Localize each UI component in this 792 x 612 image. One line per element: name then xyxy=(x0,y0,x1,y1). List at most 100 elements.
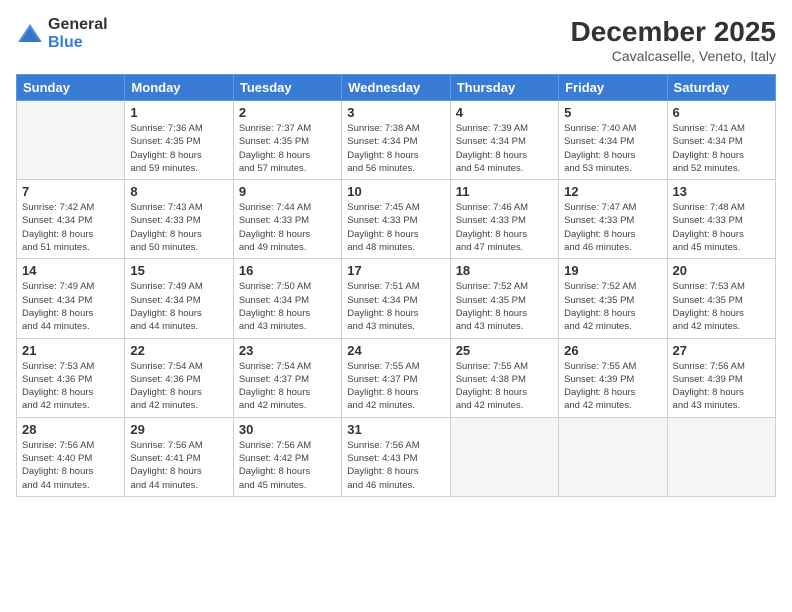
day-cell-0-4: 4 Sunrise: 7:39 AM Sunset: 4:34 PM Daylig… xyxy=(450,101,558,180)
day-cell-3-2: 23Sunrise: 7:54 AM Sunset: 4:37 PM Dayli… xyxy=(233,338,341,417)
day-info: Sunrise: 7:40 AM Sunset: 4:34 PM Dayligh… xyxy=(564,122,661,175)
week-row-0: 1 Sunrise: 7:36 AM Sunset: 4:35 PM Daylig… xyxy=(17,101,776,180)
day-cell-0-2: 2 Sunrise: 7:37 AM Sunset: 4:35 PM Daylig… xyxy=(233,101,341,180)
logo: General Blue xyxy=(16,16,108,51)
day-number: 31 xyxy=(347,422,444,437)
day-cell-3-4: 25 Sunrise: 7:55 AM Sunset: 4:38 PM Dayli… xyxy=(450,338,558,417)
day-info: Sunrise: 7:47 AM Sunset: 4:33 PM Dayligh… xyxy=(564,201,661,254)
day-number: 29 xyxy=(130,422,227,437)
day-info: Sunrise: 7:39 AM Sunset: 4:34 PM Dayligh… xyxy=(456,122,553,175)
location: Cavalcaselle, Veneto, Italy xyxy=(571,48,776,64)
day-number: 12 xyxy=(564,184,661,199)
day-info: Sunrise: 7:53 AM Sunset: 4:35 PM Dayligh… xyxy=(673,280,770,333)
day-cell-2-4: 18 Sunrise: 7:52 AM Sunset: 4:35 PM Dayli… xyxy=(450,259,558,338)
day-info: Sunrise: 7:41 AM Sunset: 4:34 PM Dayligh… xyxy=(673,122,770,175)
col-monday: Monday xyxy=(125,75,233,101)
day-number: 1 xyxy=(130,105,227,120)
day-number: 5 xyxy=(564,105,661,120)
day-number: 21 xyxy=(22,343,119,358)
day-number: 25 xyxy=(456,343,553,358)
day-info: Sunrise: 7:51 AM Sunset: 4:34 PM Dayligh… xyxy=(347,280,444,333)
day-cell-1-6: 13 Sunrise: 7:48 AM Sunset: 4:33 PM Dayli… xyxy=(667,180,775,259)
day-info: Sunrise: 7:56 AM Sunset: 4:41 PM Dayligh… xyxy=(130,439,227,492)
day-info: Sunrise: 7:55 AM Sunset: 4:37 PM Dayligh… xyxy=(347,360,444,413)
day-cell-4-4 xyxy=(450,417,558,496)
day-cell-1-4: 11 Sunrise: 7:46 AM Sunset: 4:33 PM Dayli… xyxy=(450,180,558,259)
day-info: Sunrise: 7:50 AM Sunset: 4:34 PM Dayligh… xyxy=(239,280,336,333)
day-info: Sunrise: 7:49 AM Sunset: 4:34 PM Dayligh… xyxy=(130,280,227,333)
month-title: December 2025 xyxy=(571,16,776,48)
day-number: 28 xyxy=(22,422,119,437)
day-number: 27 xyxy=(673,343,770,358)
day-number: 26 xyxy=(564,343,661,358)
day-cell-4-5 xyxy=(559,417,667,496)
week-row-4: 28 Sunrise: 7:56 AM Sunset: 4:40 PM Dayli… xyxy=(17,417,776,496)
day-number: 14 xyxy=(22,263,119,278)
day-cell-1-1: 8 Sunrise: 7:43 AM Sunset: 4:33 PM Daylig… xyxy=(125,180,233,259)
day-number: 15 xyxy=(130,263,227,278)
col-wednesday: Wednesday xyxy=(342,75,450,101)
day-cell-2-1: 15 Sunrise: 7:49 AM Sunset: 4:34 PM Dayli… xyxy=(125,259,233,338)
day-number: 7 xyxy=(22,184,119,199)
day-info: Sunrise: 7:44 AM Sunset: 4:33 PM Dayligh… xyxy=(239,201,336,254)
day-number: 4 xyxy=(456,105,553,120)
day-info: Sunrise: 7:56 AM Sunset: 4:43 PM Dayligh… xyxy=(347,439,444,492)
day-cell-4-3: 31 Sunrise: 7:56 AM Sunset: 4:43 PM Dayli… xyxy=(342,417,450,496)
day-cell-4-0: 28 Sunrise: 7:56 AM Sunset: 4:40 PM Dayli… xyxy=(17,417,125,496)
day-number: 20 xyxy=(673,263,770,278)
day-info: Sunrise: 7:55 AM Sunset: 4:39 PM Dayligh… xyxy=(564,360,661,413)
col-saturday: Saturday xyxy=(667,75,775,101)
logo-icon xyxy=(16,20,44,48)
day-number: 17 xyxy=(347,263,444,278)
header-row: Sunday Monday Tuesday Wednesday Thursday… xyxy=(17,75,776,101)
day-cell-0-3: 3Sunrise: 7:38 AM Sunset: 4:34 PM Daylig… xyxy=(342,101,450,180)
day-cell-4-2: 30Sunrise: 7:56 AM Sunset: 4:42 PM Dayli… xyxy=(233,417,341,496)
day-cell-1-3: 10 Sunrise: 7:45 AM Sunset: 4:33 PM Dayli… xyxy=(342,180,450,259)
col-friday: Friday xyxy=(559,75,667,101)
day-info: Sunrise: 7:45 AM Sunset: 4:33 PM Dayligh… xyxy=(347,201,444,254)
page: General Blue December 2025 Cavalcaselle,… xyxy=(0,0,792,612)
day-number: 10 xyxy=(347,184,444,199)
day-number: 13 xyxy=(673,184,770,199)
day-cell-2-6: 20 Sunrise: 7:53 AM Sunset: 4:35 PM Dayli… xyxy=(667,259,775,338)
day-cell-1-2: 9 Sunrise: 7:44 AM Sunset: 4:33 PM Daylig… xyxy=(233,180,341,259)
week-row-1: 7Sunrise: 7:42 AM Sunset: 4:34 PM Daylig… xyxy=(17,180,776,259)
day-info: Sunrise: 7:55 AM Sunset: 4:38 PM Dayligh… xyxy=(456,360,553,413)
day-info: Sunrise: 7:54 AM Sunset: 4:37 PM Dayligh… xyxy=(239,360,336,413)
day-cell-3-5: 26 Sunrise: 7:55 AM Sunset: 4:39 PM Dayli… xyxy=(559,338,667,417)
day-cell-0-5: 5 Sunrise: 7:40 AM Sunset: 4:34 PM Daylig… xyxy=(559,101,667,180)
day-info: Sunrise: 7:43 AM Sunset: 4:33 PM Dayligh… xyxy=(130,201,227,254)
day-cell-0-1: 1 Sunrise: 7:36 AM Sunset: 4:35 PM Daylig… xyxy=(125,101,233,180)
day-cell-2-0: 14 Sunrise: 7:49 AM Sunset: 4:34 PM Dayli… xyxy=(17,259,125,338)
day-number: 8 xyxy=(130,184,227,199)
day-info: Sunrise: 7:36 AM Sunset: 4:35 PM Dayligh… xyxy=(130,122,227,175)
day-info: Sunrise: 7:37 AM Sunset: 4:35 PM Dayligh… xyxy=(239,122,336,175)
day-number: 30 xyxy=(239,422,336,437)
day-cell-3-3: 24Sunrise: 7:55 AM Sunset: 4:37 PM Dayli… xyxy=(342,338,450,417)
day-cell-3-1: 22 Sunrise: 7:54 AM Sunset: 4:36 PM Dayli… xyxy=(125,338,233,417)
day-number: 18 xyxy=(456,263,553,278)
day-info: Sunrise: 7:56 AM Sunset: 4:40 PM Dayligh… xyxy=(22,439,119,492)
day-info: Sunrise: 7:49 AM Sunset: 4:34 PM Dayligh… xyxy=(22,280,119,333)
calendar-header: Sunday Monday Tuesday Wednesday Thursday… xyxy=(17,75,776,101)
day-info: Sunrise: 7:46 AM Sunset: 4:33 PM Dayligh… xyxy=(456,201,553,254)
calendar-body: 1 Sunrise: 7:36 AM Sunset: 4:35 PM Daylig… xyxy=(17,101,776,497)
week-row-3: 21Sunrise: 7:53 AM Sunset: 4:36 PM Dayli… xyxy=(17,338,776,417)
day-cell-1-0: 7Sunrise: 7:42 AM Sunset: 4:34 PM Daylig… xyxy=(17,180,125,259)
day-number: 6 xyxy=(673,105,770,120)
day-info: Sunrise: 7:48 AM Sunset: 4:33 PM Dayligh… xyxy=(673,201,770,254)
day-number: 11 xyxy=(456,184,553,199)
title-area: December 2025 Cavalcaselle, Veneto, Ital… xyxy=(571,16,776,64)
logo-text: General Blue xyxy=(48,16,108,51)
col-sunday: Sunday xyxy=(17,75,125,101)
week-row-2: 14 Sunrise: 7:49 AM Sunset: 4:34 PM Dayli… xyxy=(17,259,776,338)
day-info: Sunrise: 7:56 AM Sunset: 4:39 PM Dayligh… xyxy=(673,360,770,413)
day-info: Sunrise: 7:38 AM Sunset: 4:34 PM Dayligh… xyxy=(347,122,444,175)
day-cell-3-6: 27 Sunrise: 7:56 AM Sunset: 4:39 PM Dayli… xyxy=(667,338,775,417)
day-number: 22 xyxy=(130,343,227,358)
day-number: 2 xyxy=(239,105,336,120)
day-info: Sunrise: 7:54 AM Sunset: 4:36 PM Dayligh… xyxy=(130,360,227,413)
day-info: Sunrise: 7:52 AM Sunset: 4:35 PM Dayligh… xyxy=(456,280,553,333)
day-cell-2-2: 16Sunrise: 7:50 AM Sunset: 4:34 PM Dayli… xyxy=(233,259,341,338)
day-number: 9 xyxy=(239,184,336,199)
